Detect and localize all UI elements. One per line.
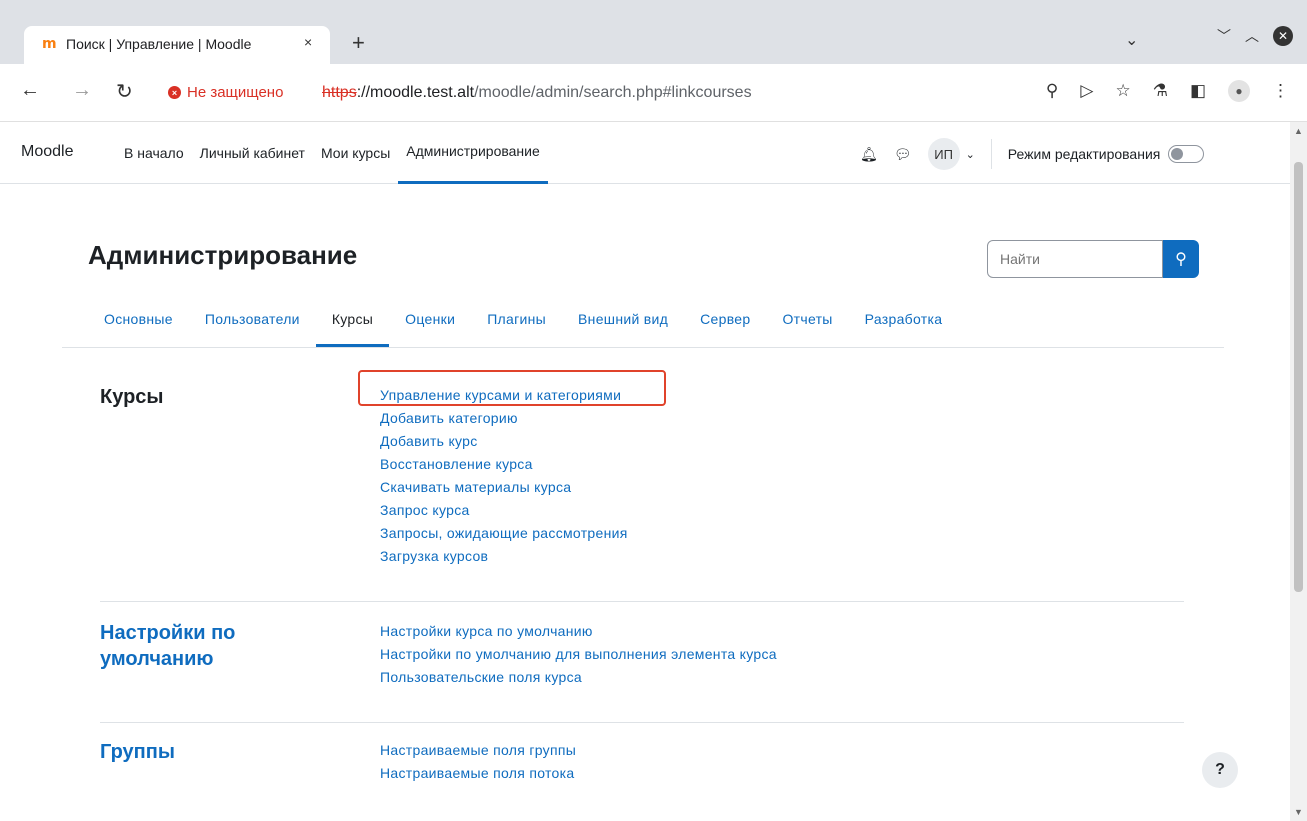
tab-appearance[interactable]: Внешний вид [562,294,684,347]
primary-navigation: В начало Личный кабинет Мои курсы Админи… [124,122,548,184]
section-title-line1: Настройки по [100,622,236,644]
edit-mode-label: Режим редактирования [1007,146,1161,162]
tab-courses[interactable]: Курсы [315,294,390,347]
tab-general[interactable]: Основные [88,294,189,347]
tab-development[interactable]: Разработка [849,294,959,347]
link-download-content[interactable]: Скачивать материалы курса [380,476,628,499]
labs-flask-icon[interactable]: ⚗ [1153,81,1168,101]
window-controls: ﹀ ︿ ✕ [1217,26,1293,46]
highlight-box [358,370,666,406]
link-grouping-custom-fields[interactable]: Настраиваемые поля потока [380,762,576,785]
reload-icon[interactable]: ↻ [116,79,133,104]
back-icon[interactable]: ← [20,79,40,102]
nav-home[interactable]: В начало [124,122,192,184]
scroll-up-icon[interactable]: ▲ [1294,126,1303,136]
help-button[interactable]: ? [1202,752,1238,788]
page-title: Администрирование [88,240,358,270]
zoom-icon[interactable]: ⚲ [1046,81,1058,101]
navbar-divider [990,139,992,169]
browser-toolbar: ← → ↻ × Не защищено https://moodle.test.… [0,64,1307,122]
notifications-bell-icon[interactable]: 🔔︎ [860,146,878,163]
admin-tabs: Основные Пользователи Курсы Оценки Плаги… [88,294,958,347]
tabs-divider [62,347,1224,348]
section-links-groups: Настраиваемые поля группы Настраиваемые … [380,739,576,785]
maximize-icon[interactable]: ︿ [1245,26,1259,46]
tab-plugins[interactable]: Плагины [471,294,562,347]
tab-users[interactable]: Пользователи [189,294,316,347]
warning-icon: × [168,86,181,99]
url-scheme: https [322,84,357,101]
page-scrollbar[interactable]: ▲ ▼ [1290,122,1307,821]
browser-tab[interactable]: m Поиск | Управление | Moodle × [24,26,330,64]
nav-site-admin[interactable]: Администрирование [398,122,548,184]
search-input[interactable] [987,240,1163,278]
minimize-icon[interactable]: ﹀ [1217,26,1231,46]
link-add-course[interactable]: Добавить курс [380,430,628,453]
user-menu[interactable]: ИП ⌄ [927,138,975,170]
new-tab-button[interactable]: + [352,30,365,56]
link-group-custom-fields[interactable]: Настраиваемые поля группы [380,739,576,762]
scroll-down-icon[interactable]: ▼ [1294,807,1303,817]
link-upload-courses[interactable]: Загрузка курсов [380,545,628,568]
tab-close-icon[interactable]: × [304,34,312,50]
url-path: /moodle/admin/search.php#linkcourses [474,84,752,101]
link-completion-defaults[interactable]: Настройки по умолчанию для выполнения эл… [380,643,777,666]
section-title-courses: Курсы [100,386,164,408]
section-title-line2: умолчанию [100,648,214,670]
section-divider [100,601,1184,602]
messages-chat-icon[interactable]: 💬︎ [894,146,912,163]
link-course-defaults[interactable]: Настройки курса по умолчанию [380,620,777,643]
nav-my-courses[interactable]: Мои курсы [313,122,398,184]
site-brand[interactable]: Moodle [21,143,73,161]
send-icon[interactable]: ▷ [1080,81,1093,101]
forward-icon[interactable]: → [72,79,92,102]
browser-tab-strip: m Поиск | Управление | Moodle × + ⌄ ﹀ ︿ … [0,0,1307,64]
search-icon: ⚲ [1175,251,1187,268]
link-pending-requests[interactable]: Запросы, ожидающие рассмотрения [380,522,628,545]
side-panel-icon[interactable]: ◧ [1190,81,1206,101]
moodle-favicon-icon: m [42,36,57,52]
section-links-courses: Управление курсами и категориями Добавит… [380,384,628,568]
security-indicator[interactable]: × Не защищено [168,84,283,101]
section-divider [100,722,1184,723]
link-add-category[interactable]: Добавить категорию [380,407,628,430]
switch-knob [1171,148,1184,160]
tab-reports[interactable]: Отчеты [766,294,848,347]
search-button[interactable]: ⚲ [1163,240,1199,278]
section-links-defaults: Настройки курса по умолчанию Настройки п… [380,620,777,689]
link-restore-course[interactable]: Восстановление курса [380,453,628,476]
avatar: ИП [927,138,960,170]
url-host: ://moodle.test.alt [356,84,475,101]
section-title-defaults[interactable]: Настройки по умолчанию [100,620,235,672]
admin-search: ⚲ [987,240,1199,278]
tab-title: Поиск | Управление | Moodle [66,36,252,52]
scroll-thumb[interactable] [1294,162,1303,592]
edit-mode-switch[interactable] [1168,145,1205,163]
section-title-groups[interactable]: Группы [100,739,175,765]
edit-mode-toggle[interactable]: Режим редактирования [1008,145,1205,163]
link-course-request[interactable]: Запрос курса [380,499,628,522]
nav-dashboard[interactable]: Личный кабинет [192,122,313,184]
security-label: Не защищено [187,84,284,101]
tab-search-chevron-icon[interactable]: ⌄ [1125,30,1138,50]
moodle-navbar: Moodle В начало Личный кабинет Мои курсы… [0,122,1290,184]
address-bar[interactable]: https://moodle.test.alt/moodle/admin/sea… [322,84,752,102]
window-close-icon[interactable]: ✕ [1273,26,1293,46]
profile-icon[interactable]: ● [1228,80,1250,102]
menu-icon[interactable]: ⋮ [1272,81,1289,101]
link-course-custom-fields[interactable]: Пользовательские поля курса [380,666,777,689]
navbar-user-area: 🔔︎ 💬︎ ИП ⌄ Режим редактирования [860,138,1205,170]
tab-server[interactable]: Сервер [684,294,766,347]
tab-grades[interactable]: Оценки [389,294,471,347]
toolbar-icons: ⚲ ▷ ☆ ⚗ ◧ ● ⋮ [1046,80,1289,102]
page-content: Moodle В начало Личный кабинет Мои курсы… [0,122,1290,821]
chevron-down-icon: ⌄ [965,148,975,161]
bookmark-star-icon[interactable]: ☆ [1115,81,1130,101]
